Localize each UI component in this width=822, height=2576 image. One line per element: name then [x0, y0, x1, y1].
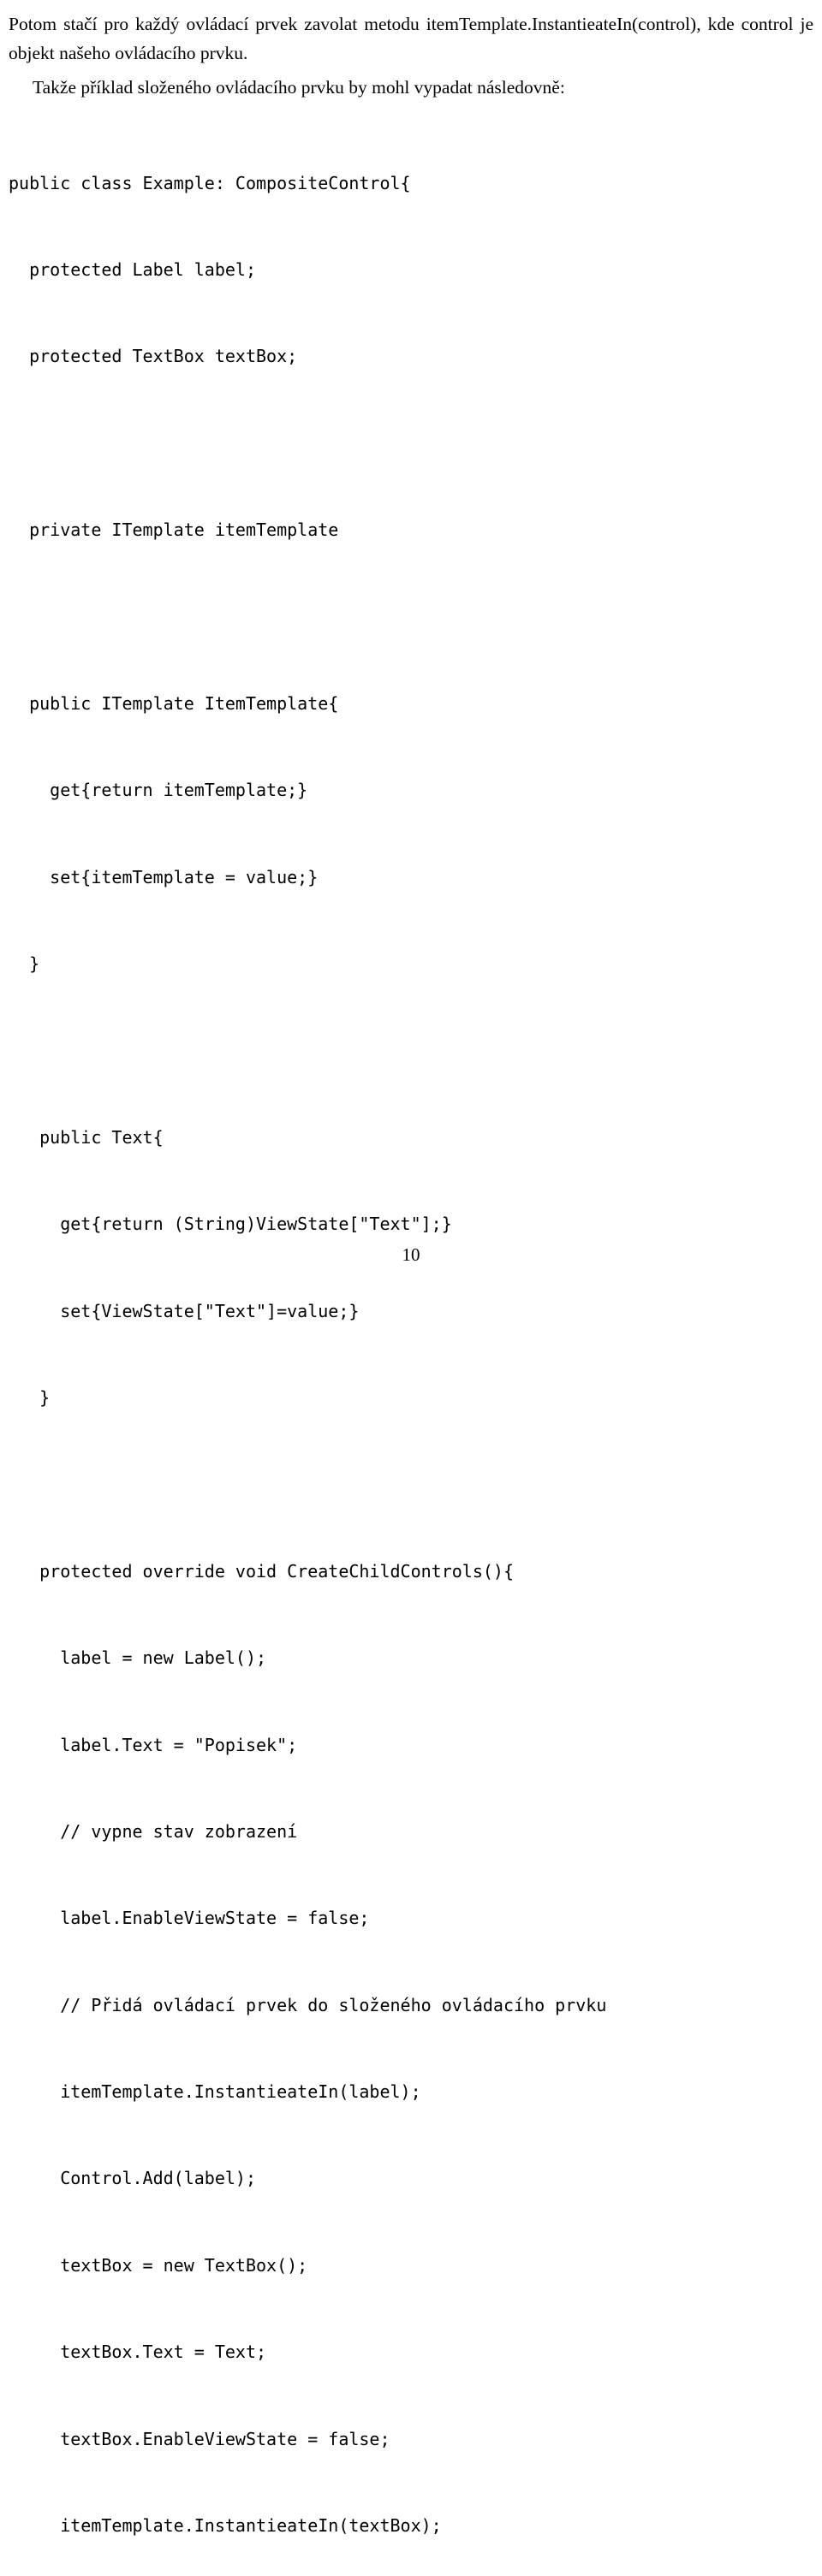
- code-line: }: [9, 1386, 51, 1408]
- code-line: public ITemplate ItemTemplate{: [9, 692, 339, 714]
- code-line: // vypne stav zobrazení: [9, 1820, 298, 1842]
- code-line: public Text{: [9, 1126, 164, 1148]
- code-line: itemTemplate.InstantieateIn(textBox);: [9, 2515, 442, 2537]
- code-block: public class Example: CompositeControl{ …: [9, 111, 813, 2576]
- code-line: }: [9, 953, 40, 975]
- code-line: label.Text = "Popisek";: [9, 1734, 298, 1755]
- page-number: 10: [402, 1244, 420, 1265]
- code-line: set{ViewState["Text"]=value;}: [9, 1300, 360, 1321]
- code-line: set{itemTemplate = value;}: [9, 866, 319, 887]
- code-line: // Přidá ovládací prvek do složeného ovl…: [9, 1994, 607, 2015]
- code-line: get{return (String)ViewState["Text"];}: [9, 1214, 452, 1235]
- code-line: textBox.EnableViewState = false;: [9, 2428, 390, 2449]
- intro-paragraph-2: Takže příklad složeného ovládacího prvku…: [33, 76, 565, 98]
- code-line: label.EnableViewState = false;: [9, 1908, 370, 1929]
- document-page: Potom stačí pro každý ovládací prvek zav…: [0, 0, 822, 2536]
- code-line: textBox = new TextBox();: [9, 2254, 308, 2276]
- code-line: textBox.Text = Text;: [9, 2342, 267, 2363]
- code-line: Control.Add(label);: [9, 2168, 256, 2189]
- code-line: itemTemplate.InstantieateIn(label);: [9, 2081, 421, 2103]
- code-line: label = new Label();: [9, 1647, 267, 1669]
- code-line: public class Example: CompositeControl{: [9, 172, 411, 193]
- code-line: protected override void CreateChildContr…: [9, 1560, 515, 1582]
- intro-paragraph-1: Potom stačí pro každý ovládací prvek zav…: [9, 14, 813, 63]
- code-line: get{return itemTemplate;}: [9, 780, 308, 801]
- code-line: private ITemplate itemTemplate: [9, 519, 339, 541]
- code-line: protected Label label;: [9, 258, 256, 280]
- code-line: protected TextBox textBox;: [9, 346, 298, 367]
